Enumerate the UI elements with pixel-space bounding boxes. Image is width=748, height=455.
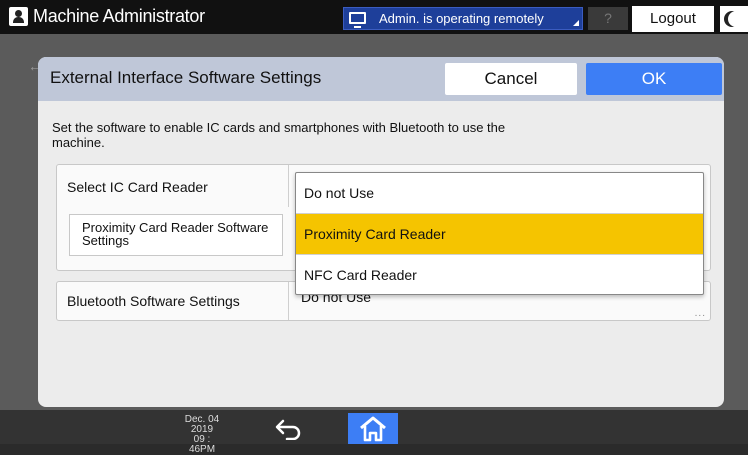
bottom-bar: Dec. 04 2019 09 : 46PM (0, 410, 748, 455)
help-button[interactable]: ? (588, 7, 628, 30)
proximity-settings-button[interactable]: Proximity Card Reader Software Settings (69, 214, 283, 256)
proximity-settings-label: Proximity Card Reader Software Settings (82, 220, 269, 248)
cancel-button[interactable]: Cancel (445, 63, 577, 95)
dialog-header: External Interface Software Settings Can… (38, 57, 724, 101)
time-text: 09 : 46PM (188, 434, 216, 455)
ok-button[interactable]: OK (586, 63, 722, 95)
user-icon (9, 7, 28, 26)
bluetooth-settings-label: Bluetooth Software Settings (67, 293, 240, 309)
corner-indicator-icon (573, 20, 579, 26)
row-divider (288, 165, 289, 207)
option-do-not-use[interactable]: Do not Use (296, 173, 703, 213)
home-button[interactable] (348, 413, 398, 444)
remote-status-text: Admin. is operating remotely (379, 11, 544, 26)
status-bar: Machine Administrator Admin. is operatin… (0, 0, 748, 34)
home-icon (360, 416, 386, 442)
back-button[interactable] (272, 416, 306, 441)
remote-screen-icon (349, 12, 366, 28)
logout-button[interactable]: Logout (632, 6, 714, 32)
ic-card-reader-label: Select IC Card Reader (67, 179, 208, 195)
option-nfc-card-reader[interactable]: NFC Card Reader (296, 255, 703, 295)
back-icon (275, 419, 301, 441)
energy-saver-button[interactable] (720, 6, 748, 32)
remote-operation-status[interactable]: Admin. is operating remotely (343, 7, 583, 30)
dialog-title: External Interface Software Settings (50, 68, 322, 87)
date-time: Dec. 04 2019 09 : 46PM (180, 415, 224, 455)
dialog-description: Set the software to enable IC cards and … (52, 120, 506, 150)
moon-icon (728, 11, 744, 27)
more-dots-icon: ... (694, 308, 706, 319)
ic-card-reader-dropdown[interactable]: Do not Use Proximity Card Reader NFC Car… (295, 172, 704, 295)
option-proximity-card-reader[interactable]: Proximity Card Reader (296, 214, 703, 254)
user-title: Machine Administrator (33, 6, 205, 26)
date-text: Dec. 04 2019 (184, 414, 220, 435)
row-divider (288, 282, 289, 320)
